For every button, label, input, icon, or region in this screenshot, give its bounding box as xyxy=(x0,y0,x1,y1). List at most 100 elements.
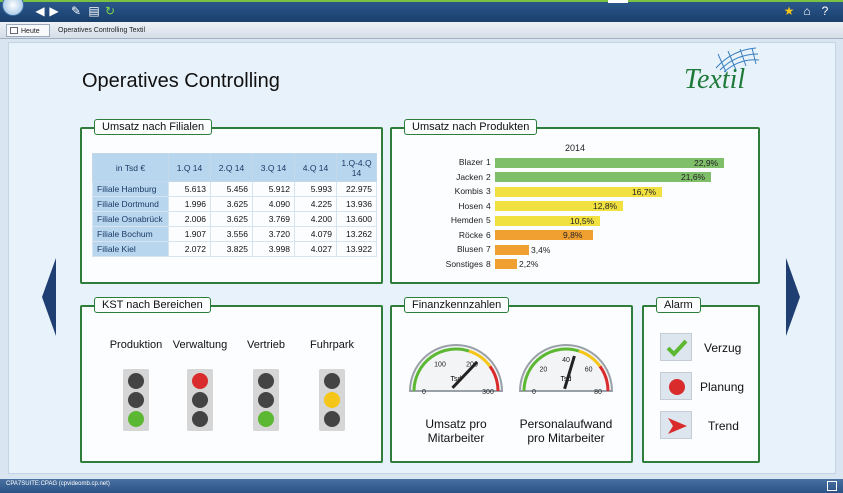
page-title: Operatives Controlling xyxy=(82,70,280,92)
table-cell: 5.613 xyxy=(168,181,211,197)
bar-value-label: 21,6% xyxy=(681,172,706,182)
alarm-label-planung: Planung xyxy=(700,380,745,394)
table-row: Filiale Bochum 1.907 3.556 3.720 4.079 13.262 xyxy=(92,226,377,242)
traffic-light-lamp xyxy=(258,411,274,427)
pen-icon[interactable]: ✎ xyxy=(68,4,84,18)
search-field[interactable] xyxy=(608,0,628,3)
traffic-light xyxy=(319,369,345,431)
star-icon[interactable]: ★ xyxy=(781,4,797,18)
previous-page-arrow-icon[interactable] xyxy=(40,258,58,336)
red-dot-icon xyxy=(660,372,692,400)
column-header: 4.Q 14 xyxy=(294,153,337,182)
table-cell: 1.996 xyxy=(168,196,211,212)
bar-rank-label: 7 xyxy=(486,244,491,254)
bar-category-label: Blazer xyxy=(458,157,483,167)
traffic-light xyxy=(123,369,149,431)
title-bar-accent xyxy=(0,0,843,2)
gauge-caption-line: pro Mitarbeiter xyxy=(527,431,605,445)
panel-title-produkte: Umsatz nach Produkten xyxy=(404,119,538,135)
table-cell: 4.200 xyxy=(294,211,337,227)
table-cell: 13.922 xyxy=(336,241,377,257)
panel-title-kst: KST nach Bereichen xyxy=(94,297,211,313)
column-header: in Tsd € xyxy=(92,153,169,182)
row-label: Filiale Kiel xyxy=(92,241,169,257)
filialen-table: in Tsd € 1.Q 14 2.Q 14 3.Q 14 4.Q 14 1.Q… xyxy=(92,153,377,257)
alarm-label-verzug: Verzug xyxy=(704,341,742,355)
table-header-row: in Tsd € 1.Q 14 2.Q 14 3.Q 14 4.Q 14 1.Q… xyxy=(92,153,377,182)
gauge-tick-label: 40 xyxy=(562,357,570,364)
tab-operatives-controlling[interactable]: Operatives Controlling Textil xyxy=(58,24,145,37)
home-icon[interactable]: ⌂ xyxy=(799,4,815,18)
panel-kst: KST nach Bereichen Produktion Verwaltung V… xyxy=(80,297,383,463)
bar-value-label: 22,9% xyxy=(694,157,719,168)
gauge-tick-label: 0 xyxy=(422,389,426,396)
gauge-caption-line: Mitarbeiter xyxy=(427,431,485,445)
table-cell: 4.090 xyxy=(252,196,295,212)
bar-rank-label: 6 xyxy=(486,229,491,240)
traffic-light-lamp xyxy=(192,373,208,389)
document-icon[interactable]: ▤ xyxy=(86,4,102,18)
table-cell: 22.975 xyxy=(336,181,377,197)
traffic-light-lamp xyxy=(192,411,208,427)
bar-value-label: 2,2% xyxy=(519,259,539,269)
gauge-tick-label: 0 xyxy=(532,389,536,396)
traffic-light xyxy=(253,369,279,431)
column-header: 3.Q 14 xyxy=(252,153,295,182)
panel-alarm: Alarm Verzug Planung Trend xyxy=(642,297,760,463)
table-row: Filiale Dortmund 1.996 3.625 4.090 4.225 13.9… xyxy=(92,196,377,212)
next-page-arrow-icon[interactable] xyxy=(784,258,802,336)
table-cell: 3.625 xyxy=(210,196,253,212)
arrow-icon xyxy=(660,411,692,439)
table-cell: 2.006 xyxy=(168,211,211,227)
gauge-tick-label: 80 xyxy=(594,389,602,396)
app-orb-button[interactable] xyxy=(2,0,24,16)
bar-value-label: 16,7% xyxy=(632,186,657,197)
bar-value-label: 10,5% xyxy=(570,215,595,226)
table-cell: 3.998 xyxy=(252,241,295,257)
traffic-light-lamp xyxy=(128,411,144,427)
table-cell: 3.625 xyxy=(210,211,253,227)
gauge-tick-label: 100 xyxy=(434,361,446,368)
row-label: Filiale Dortmund xyxy=(92,196,169,212)
layout-toggle-icon[interactable] xyxy=(827,481,837,491)
gauge: 0100 200300Tsd xyxy=(408,344,504,396)
status-bar: CPA7SUITE:CPAG (cpvideomb.cp.net) xyxy=(0,479,843,493)
status-text: CPA7SUITE:CPAG (cpvideomb.cp.net) xyxy=(6,481,110,487)
bar-rank-label: 2 xyxy=(486,171,491,182)
column-header: 1.Q-4.Q 14 xyxy=(336,153,377,182)
gauge-caption: Umsatz pro Mitarbeiter xyxy=(396,417,516,445)
traffic-light-lamp xyxy=(258,392,274,408)
bar xyxy=(495,172,711,182)
table-cell: 5.912 xyxy=(252,181,295,197)
panel-produkte: Umsatz nach Produkten 2014 Blazer 1 22,9% J… xyxy=(390,119,760,284)
table-cell: 13.262 xyxy=(336,226,377,242)
forward-icon[interactable]: ▶ xyxy=(46,4,62,18)
tab-heute-label: Heute xyxy=(21,28,40,35)
bar-category-label: Hosen xyxy=(458,200,483,211)
table-cell: 3.769 xyxy=(252,211,295,227)
traffic-light-lamp xyxy=(192,392,208,408)
filialen-table-body: Filiale Hamburg 5.613 5.456 5.912 5.993 22.97… xyxy=(92,181,377,257)
tab-current-label: Operatives Controlling Textil xyxy=(58,27,146,34)
table-cell: 13.600 xyxy=(336,211,377,227)
panel-finanz: Finanzkennzahlen 0 100 200 300 Tsd Umsatz pro… xyxy=(390,297,633,463)
gauge-caption-line: Umsatz pro xyxy=(425,417,487,431)
bar-value-label: 3,4% xyxy=(531,244,551,255)
bar-rank-label: 1 xyxy=(486,157,491,167)
traffic-light xyxy=(187,369,213,431)
table-cell: 2.072 xyxy=(168,241,211,257)
table-cell: 3.825 xyxy=(210,241,253,257)
bar-rank-label: 5 xyxy=(486,215,491,225)
help-icon[interactable]: ? xyxy=(817,4,833,18)
tab-heute[interactable]: Heute xyxy=(6,24,50,37)
bar-value-label: 9,8% xyxy=(563,230,583,240)
table-cell: 4.225 xyxy=(294,196,337,212)
logo-text: Textil xyxy=(684,64,746,95)
column-header: 2.Q 14 xyxy=(210,153,253,182)
table-row: Filiale Hamburg 5.613 5.456 5.912 5.993 22.97… xyxy=(92,181,377,197)
refresh-icon[interactable]: ↻ xyxy=(102,4,118,18)
bar-category-label: Blusen xyxy=(457,244,483,254)
table-cell: 5.993 xyxy=(294,181,337,197)
table-cell: 4.027 xyxy=(294,241,337,257)
bar-rank-label: 4 xyxy=(486,200,491,211)
